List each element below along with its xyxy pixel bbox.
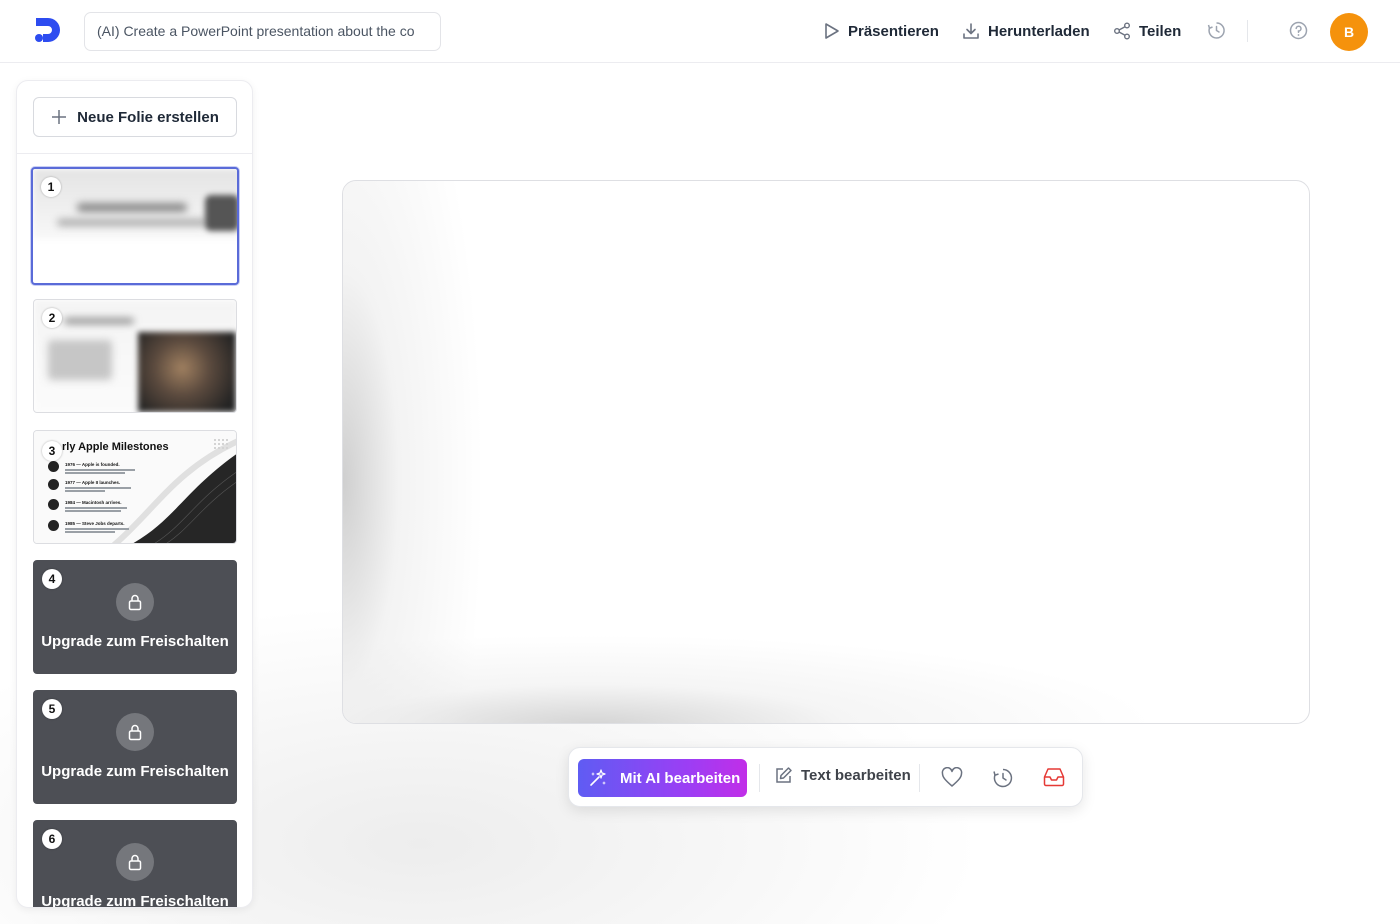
- slide-number: 3: [42, 441, 62, 461]
- present-button[interactable]: Präsentieren: [824, 20, 939, 42]
- milestone-heading: 1985 — Steve Jobs departs.: [65, 521, 125, 526]
- share-button[interactable]: Teilen: [1113, 20, 1181, 42]
- help-icon[interactable]: [1289, 21, 1308, 40]
- slide-sidebar: Neue Folie erstellen 1 2 3 rly Apple Mil…: [16, 80, 253, 908]
- lock-icon: [116, 843, 154, 881]
- download-button[interactable]: Herunterladen: [962, 20, 1090, 42]
- slide-image-blurred: [205, 195, 237, 231]
- slide-number: 5: [42, 699, 62, 719]
- share-label: Teilen: [1139, 22, 1182, 40]
- sidebar-divider: [17, 153, 252, 154]
- milestone-text: [65, 507, 127, 509]
- history-icon[interactable]: [1207, 21, 1226, 40]
- slide-title-blurred: [77, 203, 187, 212]
- slide-thumbnail-2[interactable]: 2: [33, 299, 237, 413]
- milestone-text: [65, 510, 121, 512]
- milestone-heading: 1984 — Macintosh arrives.: [65, 500, 122, 505]
- slide-thumbnail-5-locked[interactable]: 5 Upgrade zum Freischalten: [33, 690, 237, 804]
- slide-thumbnail-6-locked[interactable]: 6 Upgrade zum Freischalten: [33, 820, 237, 908]
- plus-icon: [52, 110, 67, 124]
- history-icon[interactable]: [992, 767, 1014, 789]
- slide-text-blurred: [57, 219, 207, 226]
- toolbar-divider: [759, 764, 760, 792]
- slide-number: 6: [42, 829, 62, 849]
- text-edit-label: Text bearbeiten: [801, 767, 911, 784]
- new-slide-button[interactable]: Neue Folie erstellen: [33, 97, 237, 137]
- user-avatar[interactable]: B: [1330, 13, 1368, 51]
- toolbar-divider: [919, 764, 920, 792]
- lock-icon: [116, 583, 154, 621]
- slide-number: 1: [41, 177, 61, 197]
- ai-edit-button[interactable]: Mit AI bearbeiten: [578, 759, 747, 797]
- lock-icon: [116, 713, 154, 751]
- slide-number: 2: [42, 308, 62, 328]
- download-icon: [963, 23, 979, 39]
- slide-number: 4: [42, 569, 62, 589]
- milestone-text: [65, 528, 129, 530]
- slide-title: rly Apple Milestones: [62, 441, 169, 453]
- main-slide-canvas[interactable]: [342, 180, 1310, 724]
- app-logo-icon[interactable]: [33, 15, 63, 45]
- milestone-text: [65, 490, 105, 492]
- milestone-icon: [48, 479, 59, 490]
- slide-title-blurred: [64, 318, 134, 324]
- milestone-heading: 1976 — Apple is founded.: [65, 462, 120, 467]
- upgrade-label: Upgrade zum Freischalten: [41, 893, 229, 908]
- header-divider: [1247, 20, 1248, 42]
- sparkles-icon: [590, 769, 606, 786]
- upgrade-label: Upgrade zum Freischalten: [41, 633, 229, 650]
- slide-thumbnail-1[interactable]: 1: [31, 167, 239, 285]
- download-label: Herunterladen: [988, 22, 1090, 40]
- play-icon: [825, 23, 839, 39]
- heart-icon[interactable]: [941, 767, 963, 788]
- prompt-input[interactable]: (AI) Create a PowerPoint presentation ab…: [84, 12, 441, 51]
- share-icon: [1114, 22, 1130, 40]
- milestone-icon: [48, 499, 59, 510]
- slide-text-blurred: [48, 340, 112, 380]
- milestone-text: [65, 487, 131, 489]
- milestone-icon: [48, 461, 59, 472]
- top-bar: (AI) Create a PowerPoint presentation ab…: [0, 0, 1400, 63]
- new-slide-label: Neue Folie erstellen: [77, 108, 219, 126]
- slide-thumbnail-4-locked[interactable]: 4 Upgrade zum Freischalten: [33, 560, 237, 674]
- slide-thumbnail-3[interactable]: 3 rly Apple Milestones 1976 — Apple is f…: [33, 430, 237, 544]
- milestone-text: [65, 472, 125, 474]
- slide-image-blurred: [138, 332, 236, 412]
- upgrade-label: Upgrade zum Freischalten: [41, 763, 229, 780]
- ai-edit-label: Mit AI bearbeiten: [620, 769, 741, 787]
- present-label: Präsentieren: [848, 22, 939, 40]
- milestone-text: [65, 531, 115, 533]
- milestone-heading: 1977 — Apple II launches.: [65, 480, 121, 485]
- milestone-text: [65, 469, 135, 471]
- slide-loading-shade: [343, 181, 1309, 723]
- inbox-icon[interactable]: [1043, 767, 1065, 787]
- text-edit-button[interactable]: Text bearbeiten: [774, 766, 911, 785]
- edit-icon: [776, 767, 792, 783]
- slide-toolbar: Mit AI bearbeiten Text bearbeiten: [568, 747, 1083, 807]
- milestone-icon: [48, 520, 59, 531]
